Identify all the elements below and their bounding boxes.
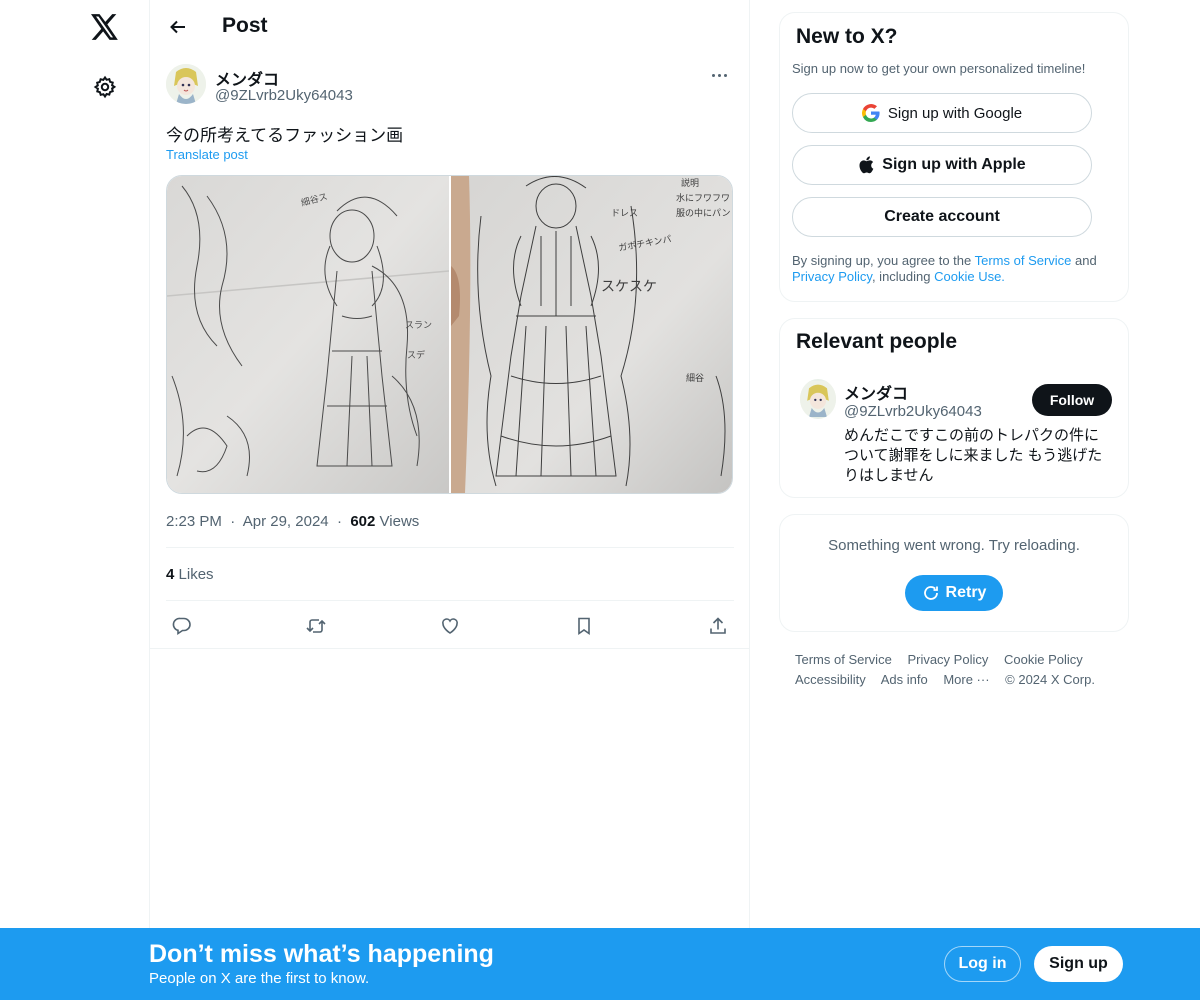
svg-text:水にフワフワ: 水にフワフワ <box>676 192 730 204</box>
likes-link[interactable]: 4 Likes <box>166 566 214 583</box>
post-header: Post <box>150 0 750 54</box>
svg-text:スラン: スラン <box>405 320 432 331</box>
divider <box>166 600 734 601</box>
post-date[interactable]: Apr 29, 2024 <box>243 513 329 530</box>
media-image-1[interactable]: 細谷ス スラン スデ <box>167 176 449 493</box>
terms-text: By signing up, you agree to the <box>792 253 975 268</box>
refresh-icon <box>923 586 938 600</box>
avatar[interactable] <box>166 64 206 104</box>
avatar[interactable] <box>800 379 836 419</box>
terms-of-service-link[interactable]: Terms of Service <box>975 253 1072 268</box>
terms-text: , including <box>871 269 935 284</box>
footer-terms-link[interactable]: Terms of Service <box>795 652 892 667</box>
views-count: 602 <box>350 513 376 530</box>
left-nav <box>0 0 150 1000</box>
post-time[interactable]: 2:23 PM <box>166 513 222 530</box>
cookie-use-link[interactable]: Cookie Use. <box>934 269 1005 284</box>
privacy-policy-link[interactable]: Privacy Policy <box>792 269 872 284</box>
signup-card: New to X? Sign up now to get your own pe… <box>779 12 1129 302</box>
post-actions <box>166 610 734 640</box>
signup-card-title: New to X? <box>796 25 898 48</box>
footer-copyright: © 2024 X Corp. <box>1005 672 1095 687</box>
signup-terms: By signing up, you agree to the Terms of… <box>792 253 1122 285</box>
retry-label: Retry <box>945 584 987 601</box>
footer-cookie-link[interactable]: Cookie Policy <box>1004 652 1083 667</box>
relevant-person-name[interactable]: メンダコ <box>844 380 908 404</box>
likes-count: 4 <box>166 566 175 583</box>
author-handle[interactable]: @9ZLvrb2Uky64043 <box>215 87 353 104</box>
signup-button[interactable]: Sign up <box>1034 946 1123 982</box>
footer-accessibility-link[interactable]: Accessibility <box>795 672 866 687</box>
footer-privacy-link[interactable]: Privacy Policy <box>907 652 988 667</box>
gear-icon[interactable] <box>88 70 122 104</box>
meta-separator: · <box>230 513 236 530</box>
svg-text:細谷: 細谷 <box>686 372 704 384</box>
footer-more-link[interactable]: More ··· <box>943 672 989 687</box>
likes-label: Likes <box>178 566 214 583</box>
relevant-person-handle[interactable]: @9ZLvrb2Uky64043 <box>844 403 982 420</box>
apple-icon <box>859 156 874 174</box>
signup-subtitle: Sign up now to get your own personalized… <box>792 61 1086 76</box>
media-image-2[interactable]: 説明 水にフワフワ 服の中にパン ドレス ガボチキンパ スケスケ 細谷 <box>450 176 732 493</box>
post-author: メンダコ @9ZLvrb2Uky64043 <box>166 64 736 108</box>
main-column: Post メンダコ @9ZLvrb2Uky64043 今の所考えてるファッション… <box>149 0 750 1000</box>
create-account-button[interactable]: Create account <box>792 197 1092 237</box>
bookmark-icon[interactable] <box>568 612 600 640</box>
signup-apple-label: Sign up with Apple <box>882 156 1026 173</box>
signup-google-button[interactable]: Sign up with Google <box>792 93 1092 133</box>
retry-button[interactable]: Retry <box>905 575 1003 611</box>
relevant-person-bio: めんだこですこの前のトレパクの件について謝罪をしに来ました もう逃げたりはしませ… <box>844 427 1103 484</box>
footer-ads-link[interactable]: Ads info <box>881 672 928 687</box>
create-account-label: Create account <box>884 208 1000 225</box>
relevant-people-title: Relevant people <box>796 330 958 353</box>
x-logo-icon[interactable] <box>88 10 122 44</box>
post-media: 細谷ス スラン スデ 説明 水にフワフワ 服の中にパン ドレス ガボチキンパ ス… <box>166 175 733 494</box>
svg-text:ドレス: ドレス <box>611 209 638 219</box>
post-meta: 2:23 PM · Apr 29, 2024 · 602 Views <box>166 513 419 530</box>
divider <box>166 547 734 548</box>
like-icon[interactable] <box>434 612 466 640</box>
relevant-people-card: Relevant people メンダコ @9ZLvrb2Uky64043 Fo… <box>779 318 1129 498</box>
arrow-left-icon[interactable] <box>162 11 194 43</box>
views-label: Views <box>379 513 420 530</box>
bottom-signup-bar: Don’t miss what’s happening People on X … <box>0 928 1200 1000</box>
svg-text:説明: 説明 <box>681 177 699 189</box>
post-text: 今の所考えてるファッション画 <box>166 126 404 145</box>
error-card: Something went wrong. Try reloading. Ret… <box>779 514 1129 632</box>
reply-icon[interactable] <box>166 612 198 640</box>
error-message: Something went wrong. Try reloading. <box>828 537 1080 554</box>
google-icon <box>861 104 880 122</box>
svg-text:服の中にパン: 服の中にパン <box>676 207 730 219</box>
bottom-bar-title: Don’t miss what’s happening <box>149 940 494 968</box>
login-button[interactable]: Log in <box>944 946 1021 982</box>
page-title: Post <box>222 14 268 37</box>
translate-post-link[interactable]: Translate post <box>166 147 248 162</box>
signup-google-label: Sign up with Google <box>887 104 1023 122</box>
footer-links: Terms of Service Privacy Policy Cookie P… <box>795 650 1125 690</box>
follow-button[interactable]: Follow <box>1032 384 1112 416</box>
svg-text:スデ: スデ <box>407 349 425 361</box>
terms-text: and <box>1071 253 1097 268</box>
meta-separator: · <box>336 513 342 530</box>
share-icon[interactable] <box>702 612 734 640</box>
divider <box>150 648 750 649</box>
bottom-bar-subtitle: People on X are the first to know. <box>149 970 370 987</box>
more-icon[interactable] <box>702 64 736 86</box>
repost-icon[interactable] <box>300 612 332 640</box>
svg-text:スケスケ: スケスケ <box>601 279 657 295</box>
signup-apple-button[interactable]: Sign up with Apple <box>792 145 1092 185</box>
